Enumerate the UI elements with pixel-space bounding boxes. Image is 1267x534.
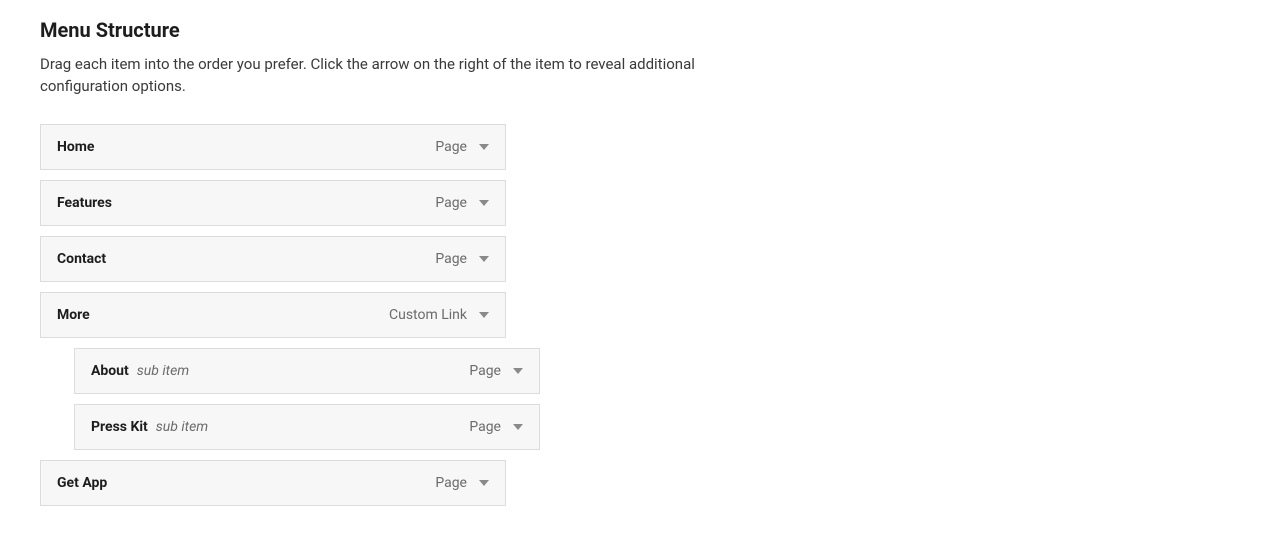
menu-item-label: Home [57, 139, 94, 155]
menu-item-type: Custom Link [389, 307, 467, 323]
menu-item-about[interactable]: About sub item Page [74, 348, 540, 394]
menu-item-type: Page [435, 251, 467, 267]
menu-item-press-kit[interactable]: Press Kit sub item Page [74, 404, 540, 450]
menu-item-label: Features [57, 195, 112, 211]
menu-item-label: Contact [57, 251, 106, 267]
menu-item-label: Get App [57, 475, 107, 491]
menu-sub-list: About sub item Page Press Kit sub item [74, 348, 540, 450]
menu-item-type: Page [435, 475, 467, 491]
menu-item-label: About [91, 363, 129, 379]
section-description: Drag each item into the order you prefer… [40, 54, 720, 98]
caret-down-icon[interactable] [479, 312, 489, 318]
caret-down-icon[interactable] [513, 424, 523, 430]
menu-item-home[interactable]: Home Page [40, 124, 506, 170]
menu-item-get-app[interactable]: Get App Page [40, 460, 506, 506]
caret-down-icon[interactable] [479, 144, 489, 150]
menu-item-type: Page [469, 419, 501, 435]
sub-item-note: sub item [137, 363, 189, 379]
sub-item-note: sub item [156, 419, 208, 435]
caret-down-icon[interactable] [479, 256, 489, 262]
caret-down-icon[interactable] [479, 480, 489, 486]
menu-item-more[interactable]: More Custom Link [40, 292, 506, 338]
caret-down-icon[interactable] [479, 200, 489, 206]
menu-item-type: Page [435, 195, 467, 211]
section-title: Menu Structure [40, 18, 1227, 42]
menu-item-label: More [57, 307, 90, 323]
menu-item-contact[interactable]: Contact Page [40, 236, 506, 282]
menu-item-type: Page [469, 363, 501, 379]
caret-down-icon[interactable] [513, 368, 523, 374]
menu-structure-list: Home Page Features Page Contact Pa [40, 124, 506, 506]
menu-item-label: Press Kit [91, 419, 148, 435]
menu-item-type: Page [435, 139, 467, 155]
menu-item-features[interactable]: Features Page [40, 180, 506, 226]
